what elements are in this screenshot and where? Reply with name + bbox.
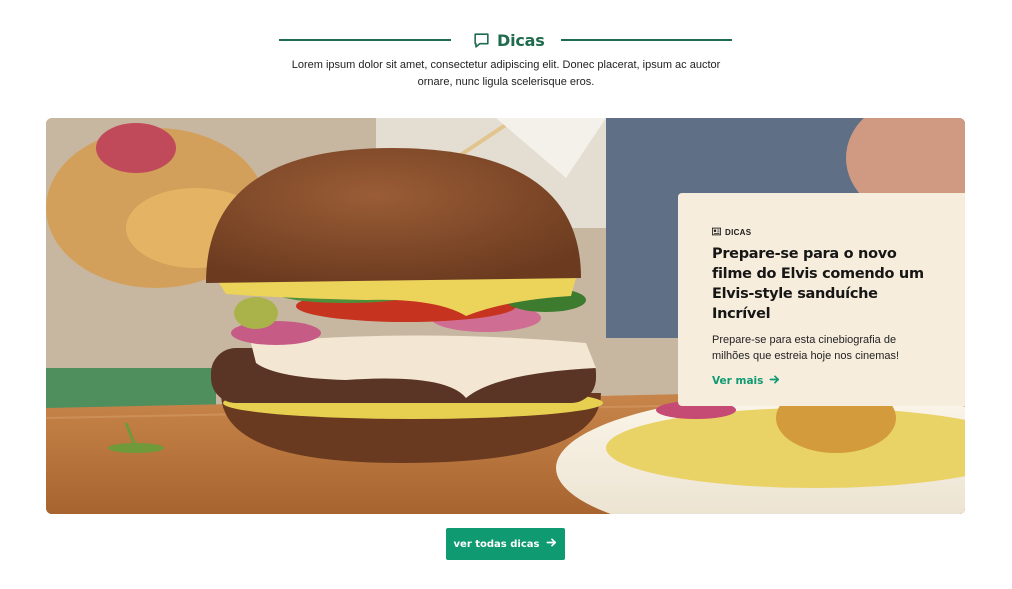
tips-icon <box>711 227 722 238</box>
arrow-right-icon <box>546 537 557 551</box>
ver-mais-label: Ver mais <box>712 375 764 387</box>
ver-mais-link[interactable]: Ver mais <box>712 374 780 388</box>
card-text: Prepare-se para esta cinebiografia de mi… <box>712 334 900 362</box>
card-tag-label: DICAS <box>725 228 752 237</box>
card-tag: DICAS <box>711 227 931 238</box>
see-all-tips-label: ver todas dicas <box>453 538 540 550</box>
tip-card[interactable]: DICAS Prepare-se para o novo filme do El… <box>678 193 965 406</box>
chat-bubble-icon <box>472 31 491 50</box>
section-header: Dicas <box>0 28 1012 52</box>
see-all-tips-button[interactable]: ver todas dicas <box>446 528 565 560</box>
arrow-right-icon <box>769 374 780 388</box>
section-title-group: Dicas <box>472 28 545 52</box>
section-description: Lorem ipsum dolor sit amet, consectetur … <box>291 59 721 88</box>
section-title: Dicas <box>497 30 545 50</box>
card-title: Prepare-se para o novo filme do Elvis co… <box>712 246 924 322</box>
header-divider-right <box>561 39 732 41</box>
header-divider-left <box>279 39 451 41</box>
